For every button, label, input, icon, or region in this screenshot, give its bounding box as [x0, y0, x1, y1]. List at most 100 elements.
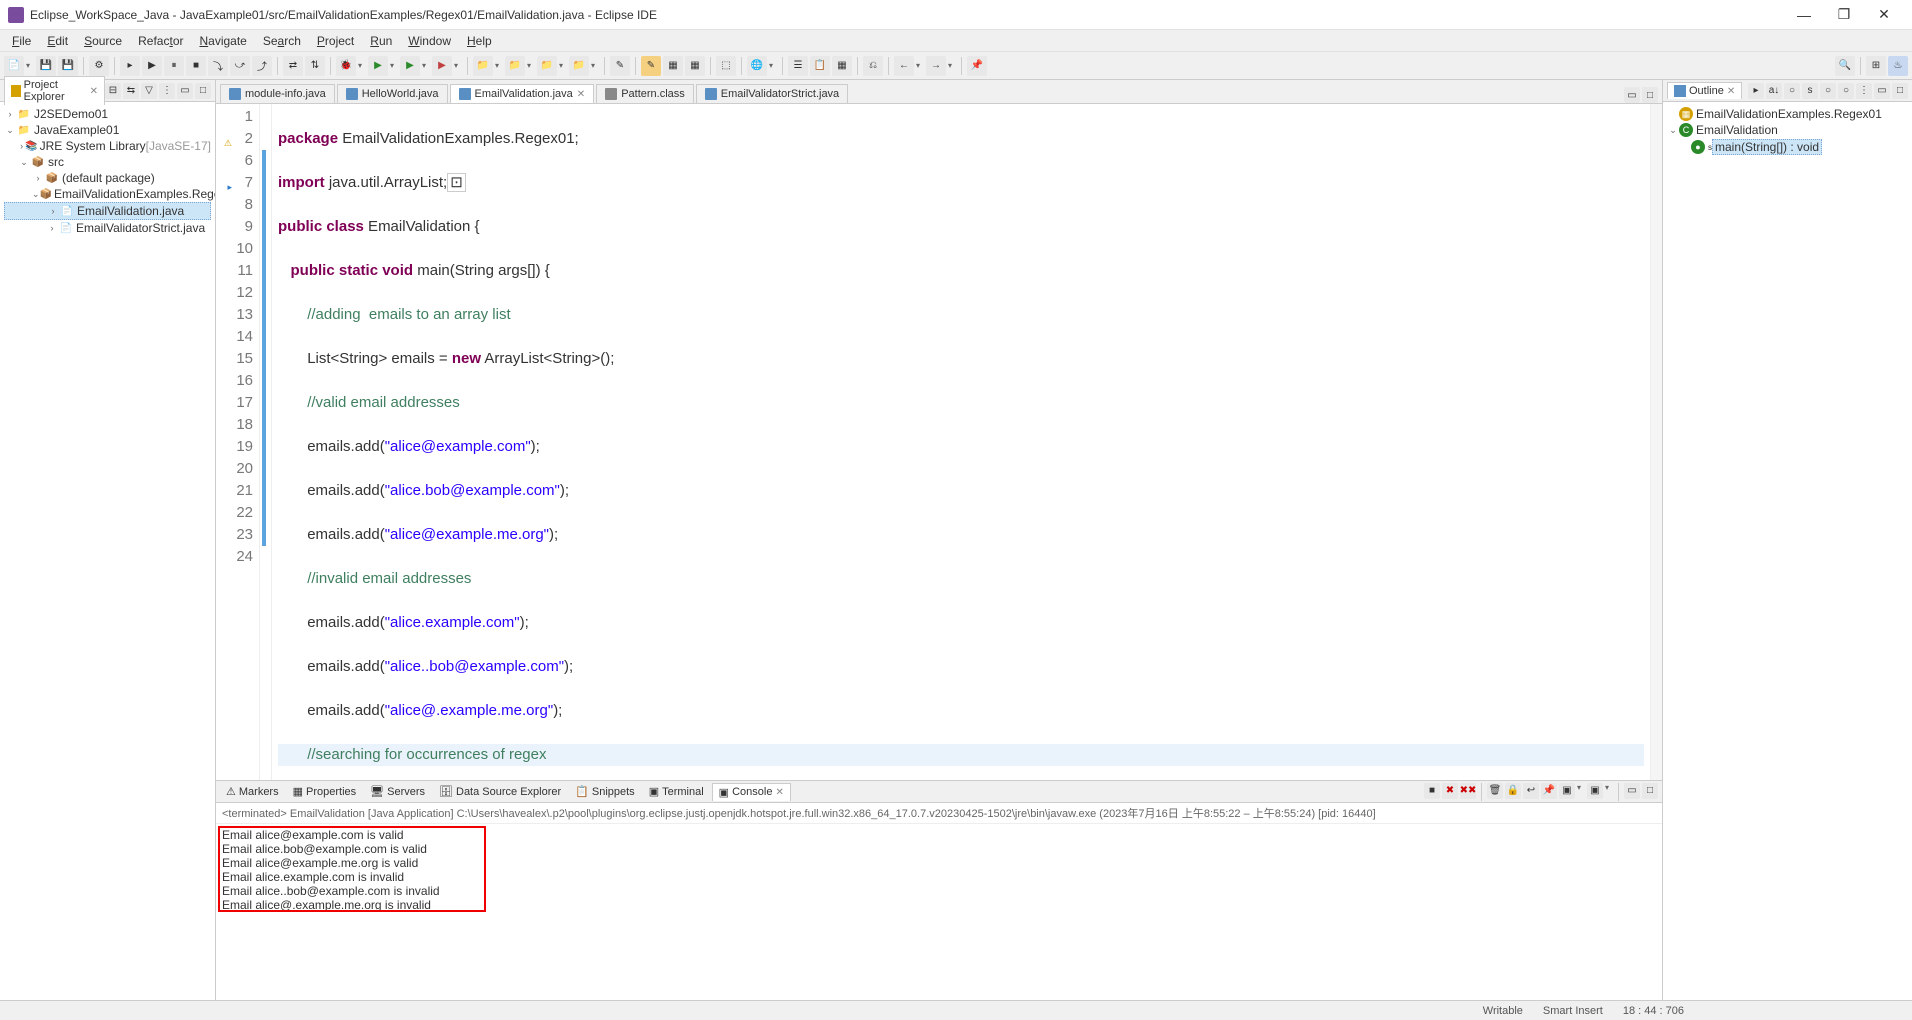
tb-icon[interactable]: ☰ [788, 56, 808, 76]
minimize-button[interactable]: — [1784, 7, 1824, 23]
menu-run[interactable]: Run [362, 32, 400, 50]
step-over-icon[interactable]: ⤻ [230, 56, 250, 76]
maximize-icon[interactable]: □ [1642, 783, 1658, 799]
tab-console[interactable]: ▣ Console ✕ [712, 783, 791, 801]
back-button[interactable]: ← [894, 56, 914, 76]
menu-help[interactable]: Help [459, 32, 500, 50]
resume-icon[interactable]: ▶ [142, 56, 162, 76]
close-icon[interactable]: ✕ [90, 86, 98, 97]
maximize-icon[interactable]: □ [1892, 83, 1908, 99]
tab-properties[interactable]: ▦ Properties [287, 783, 363, 800]
editor-tab[interactable]: Pattern.class [596, 84, 694, 103]
java-perspective-icon[interactable]: ♨ [1888, 56, 1908, 76]
outline-method-selected[interactable]: ●s main(String[]) : void [1667, 138, 1908, 156]
tree-project[interactable]: ›📁J2SEDemo01 [4, 106, 211, 122]
link-editor-icon[interactable]: ⇆ [123, 83, 139, 99]
maximize-icon[interactable]: □ [195, 83, 211, 99]
open-console-icon[interactable]: ▣ [1587, 783, 1603, 799]
run-marker-icon[interactable]: ▸ [220, 176, 232, 188]
tab-terminal[interactable]: ▣ Terminal [643, 783, 710, 800]
tb-icon[interactable]: ▦ [663, 56, 683, 76]
hide-static-icon[interactable]: s [1802, 83, 1818, 99]
hide-nonpublic-icon[interactable]: ○ [1820, 83, 1836, 99]
minimize-icon[interactable]: ▭ [1624, 87, 1640, 103]
maximize-button[interactable]: ❐ [1824, 6, 1864, 23]
tb-icon[interactable]: ✎ [610, 56, 630, 76]
outline-tree[interactable]: ▦EmailValidationExamples.Regex01 ⌄CEmail… [1663, 102, 1912, 160]
tb-icon[interactable]: ⇄ [283, 56, 303, 76]
code-editor[interactable]: 1 2⚠ 6 7▸ 891011 12131415 16171819 20212… [216, 104, 1662, 780]
tree-package[interactable]: ›📦(default package) [4, 170, 211, 186]
line-number-gutter[interactable]: 1 2⚠ 6 7▸ 891011 12131415 16171819 20212… [216, 104, 260, 780]
tab-markers[interactable]: ⚠ Markers [220, 783, 285, 800]
filter-icon[interactable]: ▽ [141, 83, 157, 99]
minimize-icon[interactable]: ▭ [177, 83, 193, 99]
warning-marker-icon[interactable]: ⚠ [220, 132, 232, 144]
project-explorer-tab[interactable]: Project Explorer ✕ [4, 76, 105, 105]
tb-icon[interactable]: ▦ [685, 56, 705, 76]
menu-search[interactable]: Search [255, 32, 309, 50]
tab-dse[interactable]: 🗄 Data Source Explorer [433, 783, 567, 800]
search-icon[interactable]: 🔍 [1835, 56, 1855, 76]
editor-tab[interactable]: module-info.java [220, 84, 335, 103]
editor-tab[interactable]: HelloWorld.java [337, 84, 448, 103]
fold-strip[interactable] [260, 104, 272, 780]
outline-package[interactable]: ▦EmailValidationExamples.Regex01 [1667, 106, 1908, 122]
sort-icon[interactable]: a↓ [1766, 83, 1782, 99]
run-button[interactable]: ▶ [368, 56, 388, 76]
tb-icon[interactable]: 📁 [537, 56, 557, 76]
tree-project[interactable]: ⌄📁JavaExample01 [4, 122, 211, 138]
tab-snippets[interactable]: 📋 Snippets [569, 783, 641, 800]
view-menu-icon[interactable]: ⋮ [1856, 83, 1872, 99]
pin-console-icon[interactable]: 📌 [1541, 783, 1557, 799]
maximize-icon[interactable]: □ [1642, 87, 1658, 103]
hide-local-icon[interactable]: ○ [1838, 83, 1854, 99]
pin-button[interactable]: 📌 [967, 56, 987, 76]
overview-ruler[interactable] [1650, 104, 1662, 780]
outline-tab[interactable]: Outline ✕ [1667, 82, 1742, 99]
clear-console-icon[interactable]: 🗑 [1487, 783, 1503, 799]
close-icon[interactable]: ✕ [1727, 86, 1735, 97]
tree-src-folder[interactable]: ⌄📦src [4, 154, 211, 170]
minimize-icon[interactable]: ▭ [1874, 83, 1890, 99]
menu-file[interactable]: File [4, 32, 39, 50]
tree-jre-lib[interactable]: ›📚JRE System Library [JavaSE-17] [4, 138, 211, 154]
open-perspective-icon[interactable]: ⊞ [1866, 56, 1886, 76]
view-menu-icon[interactable]: ⋮ [159, 83, 175, 99]
editor-tab[interactable]: EmailValidatorStrict.java [696, 84, 848, 103]
menu-refactor[interactable]: Refactor [130, 32, 191, 50]
console-btn[interactable]: ■ [1424, 783, 1440, 799]
tree-package[interactable]: ⌄📦EmailValidationExamples.Regex01 [4, 186, 211, 202]
remove-launch-icon[interactable]: ✖ [1442, 783, 1458, 799]
outline-class[interactable]: ⌄CEmailValidation [1667, 122, 1908, 138]
tb-icon[interactable]: 📁 [473, 56, 493, 76]
tb-icon[interactable]: 📁 [505, 56, 525, 76]
collapse-all-icon[interactable]: ⊟ [105, 83, 121, 99]
remove-all-icon[interactable]: ✖✖ [1460, 783, 1476, 799]
run-last-button[interactable]: ▶ [432, 56, 452, 76]
word-wrap-icon[interactable]: ↩ [1523, 783, 1539, 799]
new-button[interactable]: 📄 [4, 56, 24, 76]
tb-icon[interactable]: ⎌ [863, 56, 883, 76]
tb-icon[interactable]: ⇅ [305, 56, 325, 76]
source-code[interactable]: package EmailValidationExamples.Regex01;… [272, 104, 1650, 780]
menu-edit[interactable]: Edit [39, 32, 76, 50]
debug-button[interactable]: 🐞 [336, 56, 356, 76]
tb-icon[interactable]: 📁 [569, 56, 589, 76]
tb-icon[interactable]: ▦ [832, 56, 852, 76]
coverage-button[interactable]: ▶ [400, 56, 420, 76]
forward-button[interactable]: → [926, 56, 946, 76]
step-return-icon[interactable]: ⤴ [252, 56, 272, 76]
skip-breakpoints-icon[interactable]: ▸ [120, 56, 140, 76]
tb-icon[interactable]: ⚙ [89, 56, 109, 76]
console-output[interactable]: Email alice@example.com is valid Email a… [216, 824, 1662, 1000]
tree-file[interactable]: ›📄EmailValidatorStrict.java [4, 220, 211, 236]
tab-servers[interactable]: 🖥 Servers [364, 783, 431, 800]
tree-file-selected[interactable]: ›📄EmailValidation.java [4, 202, 211, 220]
display-console-icon[interactable]: ▣ [1559, 783, 1575, 799]
tb-icon[interactable]: ⬚ [716, 56, 736, 76]
hide-fields-icon[interactable]: ○ [1784, 83, 1800, 99]
scroll-lock-icon[interactable]: 🔒 [1505, 783, 1521, 799]
minimize-icon[interactable]: ▭ [1624, 783, 1640, 799]
step-into-icon[interactable]: ⤵ [208, 56, 228, 76]
